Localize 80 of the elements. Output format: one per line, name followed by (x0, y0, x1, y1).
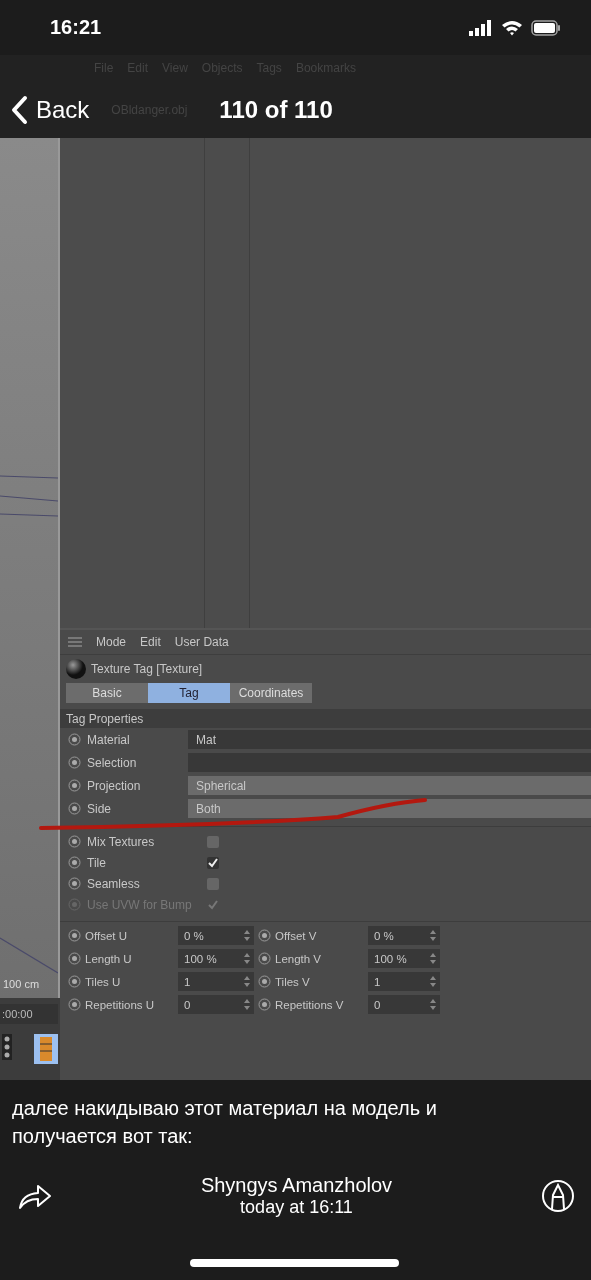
tab[interactable]: Basic (66, 683, 148, 703)
animate-icon[interactable] (68, 835, 81, 848)
timestamp: today at 16:11 (240, 1197, 353, 1218)
back-button[interactable]: Back (10, 94, 90, 125)
time-field[interactable]: :00:00 (0, 1004, 58, 1024)
field-label: Repetitions U (85, 998, 155, 1011)
field-label: Repetitions V (275, 998, 344, 1011)
checkbox[interactable] (206, 834, 220, 849)
menu-item[interactable]: Mode (96, 635, 127, 649)
wifi-icon (501, 19, 523, 36)
field-label: Offset V (275, 929, 317, 942)
spinner-arrows-icon[interactable] (430, 953, 436, 964)
checkbox-label: Tile (87, 855, 106, 870)
spinner-arrows-icon[interactable] (244, 999, 250, 1010)
animate-icon[interactable] (68, 929, 81, 942)
tag-title: Texture Tag [Texture] (91, 662, 203, 676)
number-field[interactable]: 1 (178, 972, 254, 991)
battery-icon (531, 19, 561, 36)
animate-icon[interactable] (258, 929, 271, 942)
animate-icon[interactable] (68, 998, 81, 1011)
chevron-left-icon (10, 94, 28, 125)
author-name: Shyngys Amanzholov (200, 1174, 393, 1197)
spinner-arrows-icon[interactable] (244, 953, 250, 964)
animate-icon[interactable] (68, 877, 81, 890)
field-label: Length U (85, 952, 132, 965)
edge-line (0, 936, 58, 974)
link-field[interactable]: Mat (188, 730, 591, 749)
spinner-arrows-icon[interactable] (244, 930, 250, 941)
scale-label: 100 cm (2, 978, 40, 992)
menu-item[interactable]: Edit (140, 635, 161, 649)
section-header: Tag Properties (60, 709, 591, 728)
field-label: Selection (87, 755, 137, 770)
checkbox-label: Mix Textures (87, 834, 155, 849)
field-label: Offset U (85, 929, 127, 942)
animate-icon[interactable] (68, 952, 81, 965)
number-field[interactable]: 0 % (368, 926, 440, 945)
clock: 16:21 (50, 16, 102, 39)
number-field[interactable]: 100 % (178, 949, 254, 968)
checkbox[interactable] (206, 876, 220, 891)
field-label: Projection (87, 778, 141, 793)
animate-icon[interactable] (68, 779, 81, 792)
signal-icon (469, 19, 493, 36)
tab[interactable]: Tag (148, 683, 230, 703)
spinner-arrows-icon[interactable] (244, 976, 250, 987)
number-field[interactable]: 0 % (178, 926, 254, 945)
number-field[interactable]: 0 (368, 995, 440, 1014)
spinner-arrows-icon[interactable] (430, 999, 436, 1010)
field-label: Tiles V (275, 975, 310, 988)
film-icon[interactable] (34, 1034, 58, 1064)
menu-icon[interactable] (68, 636, 82, 648)
caption-text: далее накидываю этот материал на модель и получается вот так: (12, 1096, 438, 1149)
animate-icon[interactable] (68, 975, 81, 988)
animate-icon[interactable] (68, 856, 81, 869)
checkbox[interactable] (206, 855, 220, 870)
spinner-arrows-icon[interactable] (430, 930, 436, 941)
spinner-arrows-icon[interactable] (430, 976, 436, 987)
animate-icon[interactable] (68, 756, 81, 769)
number-field[interactable]: 100 % (368, 949, 440, 968)
tab[interactable]: Coordinates (230, 683, 312, 703)
field-label: Tiles U (85, 975, 121, 988)
dropdown[interactable]: Spherical (188, 776, 591, 795)
field-label: Material (87, 732, 130, 747)
page-counter: 110 of 110 (219, 95, 333, 124)
markup-icon[interactable] (541, 1179, 575, 1213)
field-label: Length V (275, 952, 322, 965)
animate-icon[interactable] (68, 802, 81, 815)
wireframe-drawing (0, 474, 58, 518)
animate-icon[interactable] (258, 952, 271, 965)
animate-icon[interactable] (258, 998, 271, 1011)
checkbox-label: Seamless (87, 876, 140, 891)
dots-icon[interactable] (2, 1034, 12, 1060)
dropdown[interactable]: Both (188, 799, 591, 818)
animate-icon[interactable] (68, 733, 81, 746)
sphere-icon (65, 658, 87, 680)
number-field[interactable]: 1 (368, 972, 440, 991)
share-icon[interactable] (18, 1182, 52, 1210)
animate-icon[interactable] (258, 975, 271, 988)
menu-item[interactable]: User Data (174, 635, 229, 649)
number-field[interactable]: 0 (178, 995, 254, 1014)
field-label: Side (87, 801, 112, 816)
